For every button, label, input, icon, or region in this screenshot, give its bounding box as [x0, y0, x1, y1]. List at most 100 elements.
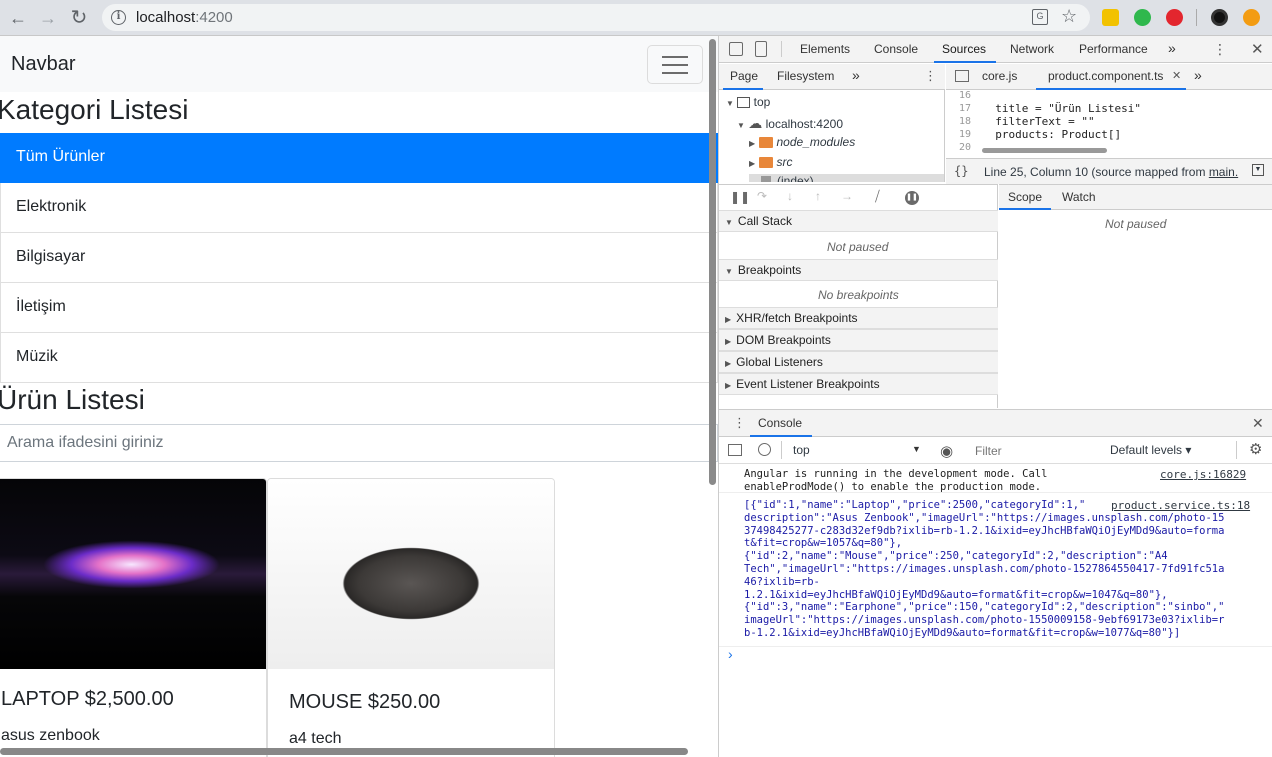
close-devtools-icon[interactable]: ✕: [1251, 40, 1264, 58]
back-icon[interactable]: ←: [7, 7, 29, 29]
message-source-link[interactable]: product.service.ts:18: [1107, 499, 1251, 512]
horizontal-scrollbar[interactable]: [0, 748, 688, 755]
product-card: MOUSE $250.00 a4 tech: [267, 478, 555, 757]
editor-tab-product-component[interactable]: product.component.ts: [1048, 69, 1163, 83]
section-global-listeners[interactable]: ▶ Global Listeners: [719, 351, 998, 373]
code-editor[interactable]: 16 17 title = "Ürün Listesi" 18 filterTe…: [946, 90, 1272, 154]
line-number: 17: [959, 103, 972, 114]
tab-watch[interactable]: Watch: [1062, 190, 1096, 204]
info-icon[interactable]: i: [111, 10, 126, 25]
category-item[interactable]: Müzik: [0, 333, 718, 383]
editor-tab-core-js[interactable]: core.js: [982, 69, 1017, 83]
close-tab-icon[interactable]: ✕: [1172, 69, 1181, 82]
device-toolbar-icon[interactable]: [755, 41, 767, 57]
category-item[interactable]: Bilgisayar: [0, 233, 718, 283]
product-title: LAPTOP $2,500.00: [1, 688, 174, 710]
coverage-toggle-icon[interactable]: ▼: [1252, 164, 1264, 176]
pretty-print-icon[interactable]: {}: [954, 164, 968, 178]
step-icon[interactable]: →: [841, 189, 853, 203]
line-number: 16: [959, 90, 972, 101]
console-message: Angular is running in the development mo…: [719, 465, 1272, 493]
kebab-menu-icon[interactable]: ⋮: [1213, 41, 1227, 58]
section-xhr-breakpoints[interactable]: ▶ XHR/fetch Breakpoints: [719, 307, 998, 329]
kebab-menu-icon[interactable]: ⋮: [924, 68, 937, 84]
tab-performance[interactable]: Performance: [1079, 42, 1148, 56]
tab-filesystem[interactable]: Filesystem: [777, 69, 834, 83]
message-source-link[interactable]: core.js:16829: [1160, 468, 1246, 481]
cloud-icon: ☁: [748, 115, 763, 131]
eye-icon[interactable]: ◉: [940, 442, 953, 460]
adblock-icon[interactable]: [1166, 9, 1183, 26]
navbar-brand[interactable]: Navbar: [11, 53, 75, 76]
tab-page[interactable]: Page: [730, 69, 758, 83]
close-drawer-icon[interactable]: ✕: [1252, 415, 1264, 432]
drawer-menu-icon[interactable]: ⋮: [733, 415, 746, 431]
more-tabs-icon[interactable]: »: [1168, 40, 1176, 56]
forward-icon[interactable]: →: [37, 7, 59, 29]
console-prompt-icon[interactable]: ›: [728, 646, 733, 662]
vertical-scrollbar[interactable]: [709, 39, 716, 485]
section-call-stack[interactable]: ▼ Call Stack: [719, 210, 998, 232]
navbar-toggler-button[interactable]: [647, 45, 703, 84]
console-message: [{"id":1,"name":"Laptop","price":2500,"c…: [719, 495, 1272, 647]
log-levels-dropdown[interactable]: Default levels ▾: [1110, 443, 1191, 457]
more-tabs-icon[interactable]: »: [852, 67, 860, 83]
category-item[interactable]: İletişim: [0, 283, 718, 333]
pause-on-exceptions-icon[interactable]: ❚❚: [905, 191, 919, 205]
url-text: localhost:4200: [136, 9, 233, 26]
drawer-tab-console[interactable]: Console: [758, 416, 802, 430]
section-dom-breakpoints[interactable]: ▶ DOM Breakpoints: [719, 329, 998, 351]
profile-avatar[interactable]: [1211, 9, 1228, 26]
bookmark-star-icon[interactable]: ☆: [1061, 6, 1077, 27]
tab-network[interactable]: Network: [1010, 42, 1054, 56]
pause-icon[interactable]: ❚❚: [730, 190, 750, 204]
console-toolbar: top ▼ ◉ Default levels ▾ ⚙: [719, 437, 1272, 464]
tab-sources[interactable]: Sources: [942, 42, 986, 56]
tree-item-node-modules[interactable]: ▶ node_modules: [749, 135, 855, 149]
category-item[interactable]: Tüm Ürünler: [0, 133, 718, 183]
address-bar[interactable]: i localhost:4200 G ☆: [102, 4, 1090, 31]
code-line: products: Product[]: [982, 128, 1122, 141]
tree-item-src[interactable]: ▶ src: [749, 155, 793, 169]
tab-scope[interactable]: Scope: [1008, 190, 1042, 204]
filter-field[interactable]: [967, 441, 1097, 460]
message-text: Angular is running in the development mo…: [744, 468, 1048, 493]
hamburger-icon: [662, 72, 688, 74]
translate-icon[interactable]: G: [1032, 9, 1048, 25]
tree-item-host[interactable]: ▼ ☁ localhost:4200: [737, 115, 843, 132]
tab-console[interactable]: Console: [874, 42, 918, 56]
step-into-icon[interactable]: ↓: [787, 189, 793, 203]
step-over-icon[interactable]: ↷: [757, 189, 767, 203]
update-icon[interactable]: [1243, 9, 1260, 26]
line-number: 20: [959, 142, 972, 153]
callstack-empty-text: Not paused: [827, 240, 889, 254]
extension-icon[interactable]: [1102, 9, 1119, 26]
extension-icon[interactable]: [1134, 9, 1151, 26]
step-out-icon[interactable]: ↑: [815, 189, 821, 203]
clear-console-icon[interactable]: [758, 443, 771, 456]
product-title: MOUSE $250.00: [289, 691, 441, 713]
drawer-tabbar: ⋮ Console ✕: [719, 409, 1272, 437]
active-tab-indicator: [934, 61, 996, 63]
inspect-element-icon[interactable]: [729, 42, 743, 56]
message-text: [{"id":1,"name":"Laptop","price":2500,"c…: [744, 499, 1225, 639]
dropdown-arrow-icon[interactable]: ▼: [912, 444, 921, 454]
more-tabs-icon[interactable]: »: [1194, 67, 1202, 83]
category-item[interactable]: Elektronik: [0, 183, 718, 233]
tree-item-index[interactable]: (index): [749, 174, 944, 182]
context-selector[interactable]: top: [793, 443, 810, 457]
settings-gear-icon[interactable]: ⚙: [1249, 440, 1262, 458]
reload-icon[interactable]: ↻: [68, 7, 90, 29]
toggle-navigator-icon[interactable]: [955, 70, 969, 82]
section-event-listener-breakpoints[interactable]: ▶ Event Listener Breakpoints: [719, 373, 998, 395]
tab-elements[interactable]: Elements: [800, 42, 850, 56]
file-icon: [761, 175, 771, 182]
sidebar-toggle-icon[interactable]: [728, 444, 742, 456]
editor-scrollbar[interactable]: [982, 148, 1107, 153]
section-breakpoints[interactable]: ▼ Breakpoints: [719, 259, 998, 281]
search-input[interactable]: [0, 424, 718, 462]
filter-input[interactable]: [967, 441, 1101, 460]
product-heading: Ürün Listesi: [0, 384, 145, 415]
tree-item-top[interactable]: ▼ top: [726, 95, 770, 109]
deactivate-breakpoints-icon[interactable]: ⧸: [875, 188, 880, 205]
